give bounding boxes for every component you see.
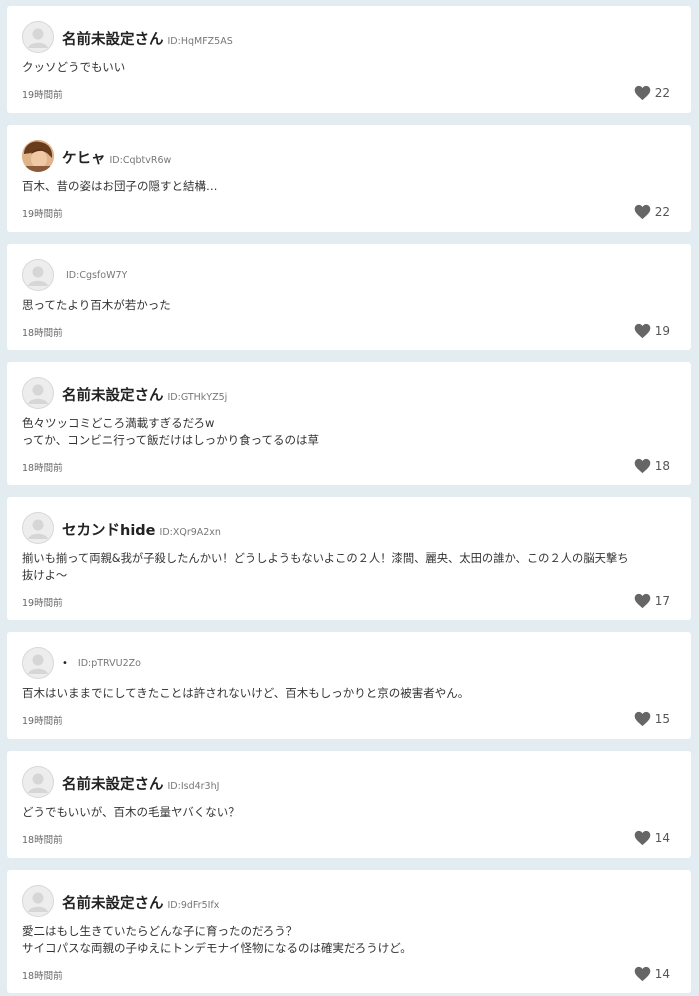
comment-line: 揃いも揃って両親&我が子殺したんかい！どうしようもないよこの２人！漆間、麗央、太…: [22, 552, 629, 565]
comment-timestamp: 19時間前: [22, 598, 63, 609]
comment-timestamp: 19時間前: [22, 209, 63, 220]
comment-card: 名前未設定さん ID:9dFr5Ifx 愛二はもし生きていたらどんな子に育ったのだ…: [7, 870, 691, 993]
comment-text: 色々ツッコミどころ満載すぎるだろw ってか、コンビニ行って飯だけはしっかり食って…: [22, 415, 677, 449]
comment-text: 揃いも揃って両親&我が子殺したんかい！どうしようもないよこの２人！漆間、麗央、太…: [22, 550, 677, 584]
like-count: 14: [654, 831, 670, 845]
comment-card: • ID:pTRVU2Zo 百木はいままでにしてきたことは許されないけど、百木もし…: [7, 632, 691, 739]
comment-timestamp: 18時間前: [22, 971, 63, 982]
comment-card: 名前未設定さん ID:GTHkYZ5j 色々ツッコミどころ満載すぎるだろw ってか…: [7, 362, 691, 485]
user-id: ID:CqbtvR6w: [109, 155, 172, 166]
comment-text: クッソどうでもいい: [22, 59, 677, 76]
like-count: 18: [654, 459, 670, 473]
like-button[interactable]: 14: [634, 829, 670, 847]
comment-card: ID:CgsfoW7Y 思ってたより百木が若かった 18時間前 19: [7, 244, 691, 350]
comment-author: • ID:pTRVU2Zo: [62, 654, 141, 670]
comment-author: ID:CgsfoW7Y: [62, 266, 127, 282]
comment-author: ケヒャ ID:CqbtvR6w: [62, 147, 171, 168]
user-id: ID:CgsfoW7Y: [66, 270, 128, 281]
comment-line: 抜けよ〜: [22, 569, 68, 582]
comment-line: どうでもいいが、百木の毛量ヤバくない？: [22, 805, 240, 819]
comment-author: セカンドhide ID:XQr9A2xn: [62, 519, 221, 540]
like-button[interactable]: 18: [634, 457, 670, 475]
comment-timestamp: 18時間前: [22, 328, 63, 339]
like-button[interactable]: 22: [634, 84, 670, 102]
comment-line: クッソどうでもいい: [22, 60, 126, 74]
like-count: 22: [654, 205, 670, 219]
default-avatar-icon[interactable]: [22, 512, 54, 544]
comment-line: 愛二はもし生きていたらどんな子に育ったのだろう？: [22, 924, 298, 938]
comment-card: セカンドhide ID:XQr9A2xn 揃いも揃って両親&我が子殺したんかい！ど…: [7, 497, 691, 620]
heart-icon: [634, 593, 651, 609]
like-button[interactable]: 14: [634, 965, 670, 983]
comment-author: 名前未設定さん ID:Isd4r3hJ: [62, 773, 219, 794]
like-count: 15: [654, 712, 670, 726]
photo-avatar[interactable]: [22, 140, 54, 172]
comment-card: ケヒャ ID:CqbtvR6w 百木、昔の姿はお団子の隠すと結構… 19時間前 2…: [7, 125, 691, 232]
comment-text: どうでもいいが、百木の毛量ヤバくない？: [22, 804, 677, 821]
comment-line: 色々ツッコミどころ満載すぎるだろw: [22, 416, 215, 430]
author-name[interactable]: •: [62, 658, 68, 669]
author-name[interactable]: 名前未設定さん: [62, 896, 164, 912]
comment-author: 名前未設定さん ID:9dFr5Ifx: [62, 892, 219, 913]
default-avatar-icon[interactable]: [22, 885, 54, 917]
author-name[interactable]: 名前未設定さん: [62, 32, 164, 48]
user-id: ID:Isd4r3hJ: [167, 781, 220, 792]
user-id: ID:XQr9A2xn: [159, 527, 221, 538]
comment-timestamp: 19時間前: [22, 90, 63, 101]
comment-line: 百木、昔の姿はお団子の隠すと結構…: [22, 179, 218, 193]
comment-card: 名前未設定さん ID:HqMFZ5AS クッソどうでもいい 19時間前 22: [7, 6, 691, 113]
default-avatar-icon[interactable]: [22, 647, 54, 679]
comment-timestamp: 19時間前: [22, 716, 63, 727]
heart-icon: [634, 458, 651, 474]
comment-author: 名前未設定さん ID:GTHkYZ5j: [62, 384, 227, 405]
comment-text: 百木はいままでにしてきたことは許されないけど、百木もしっかりと京の被害者やん。: [22, 685, 677, 702]
like-button[interactable]: 19: [634, 322, 670, 340]
comment-timestamp: 18時間前: [22, 835, 63, 846]
default-avatar-icon[interactable]: [22, 259, 54, 291]
like-count: 14: [654, 967, 670, 981]
like-count: 19: [654, 324, 670, 338]
like-count: 17: [654, 594, 670, 608]
comment-line: 百木はいままでにしてきたことは許されないけど、百木もしっかりと京の被害者やん。: [22, 686, 470, 700]
like-button[interactable]: 15: [634, 710, 670, 728]
comment-line: 思ってたより百木が若かった: [22, 298, 171, 312]
user-id: ID:GTHkYZ5j: [167, 392, 228, 403]
user-id: ID:HqMFZ5AS: [167, 36, 233, 47]
like-count: 22: [654, 86, 670, 100]
heart-icon: [634, 966, 651, 982]
comment-card: 名前未設定さん ID:Isd4r3hJ どうでもいいが、百木の毛量ヤバくない？ 1…: [7, 751, 691, 858]
default-avatar-icon[interactable]: [22, 21, 54, 53]
comment-line: サイコパスな両親の子ゆえにトンデモナイ怪物になるのは確実だろうけど。: [22, 941, 412, 955]
comment-text: 百木、昔の姿はお団子の隠すと結構…: [22, 178, 677, 195]
author-name[interactable]: 名前未設定さん: [62, 777, 164, 793]
author-name[interactable]: ケヒャ: [62, 151, 106, 167]
author-name[interactable]: 名前未設定さん: [62, 388, 164, 404]
comment-text: 思ってたより百木が若かった: [22, 297, 677, 314]
comment-timestamp: 18時間前: [22, 463, 63, 474]
heart-icon: [634, 323, 651, 339]
author-name[interactable]: セカンドhide: [62, 523, 156, 539]
heart-icon: [634, 711, 651, 727]
heart-icon: [634, 85, 651, 101]
comment-author: 名前未設定さん ID:HqMFZ5AS: [62, 28, 233, 49]
like-button[interactable]: 22: [634, 203, 670, 221]
default-avatar-icon[interactable]: [22, 377, 54, 409]
user-id: ID:9dFr5Ifx: [167, 900, 220, 911]
default-avatar-icon[interactable]: [22, 766, 54, 798]
heart-icon: [634, 830, 651, 846]
comment-line: ってか、コンビニ行って飯だけはしっかり食ってるのは草: [22, 433, 320, 447]
comment-text: 愛二はもし生きていたらどんな子に育ったのだろう？ サイコパスな両親の子ゆえにトン…: [22, 923, 677, 957]
like-button[interactable]: 17: [634, 592, 670, 610]
user-id: ID:pTRVU2Zo: [77, 658, 141, 669]
heart-icon: [634, 204, 651, 220]
